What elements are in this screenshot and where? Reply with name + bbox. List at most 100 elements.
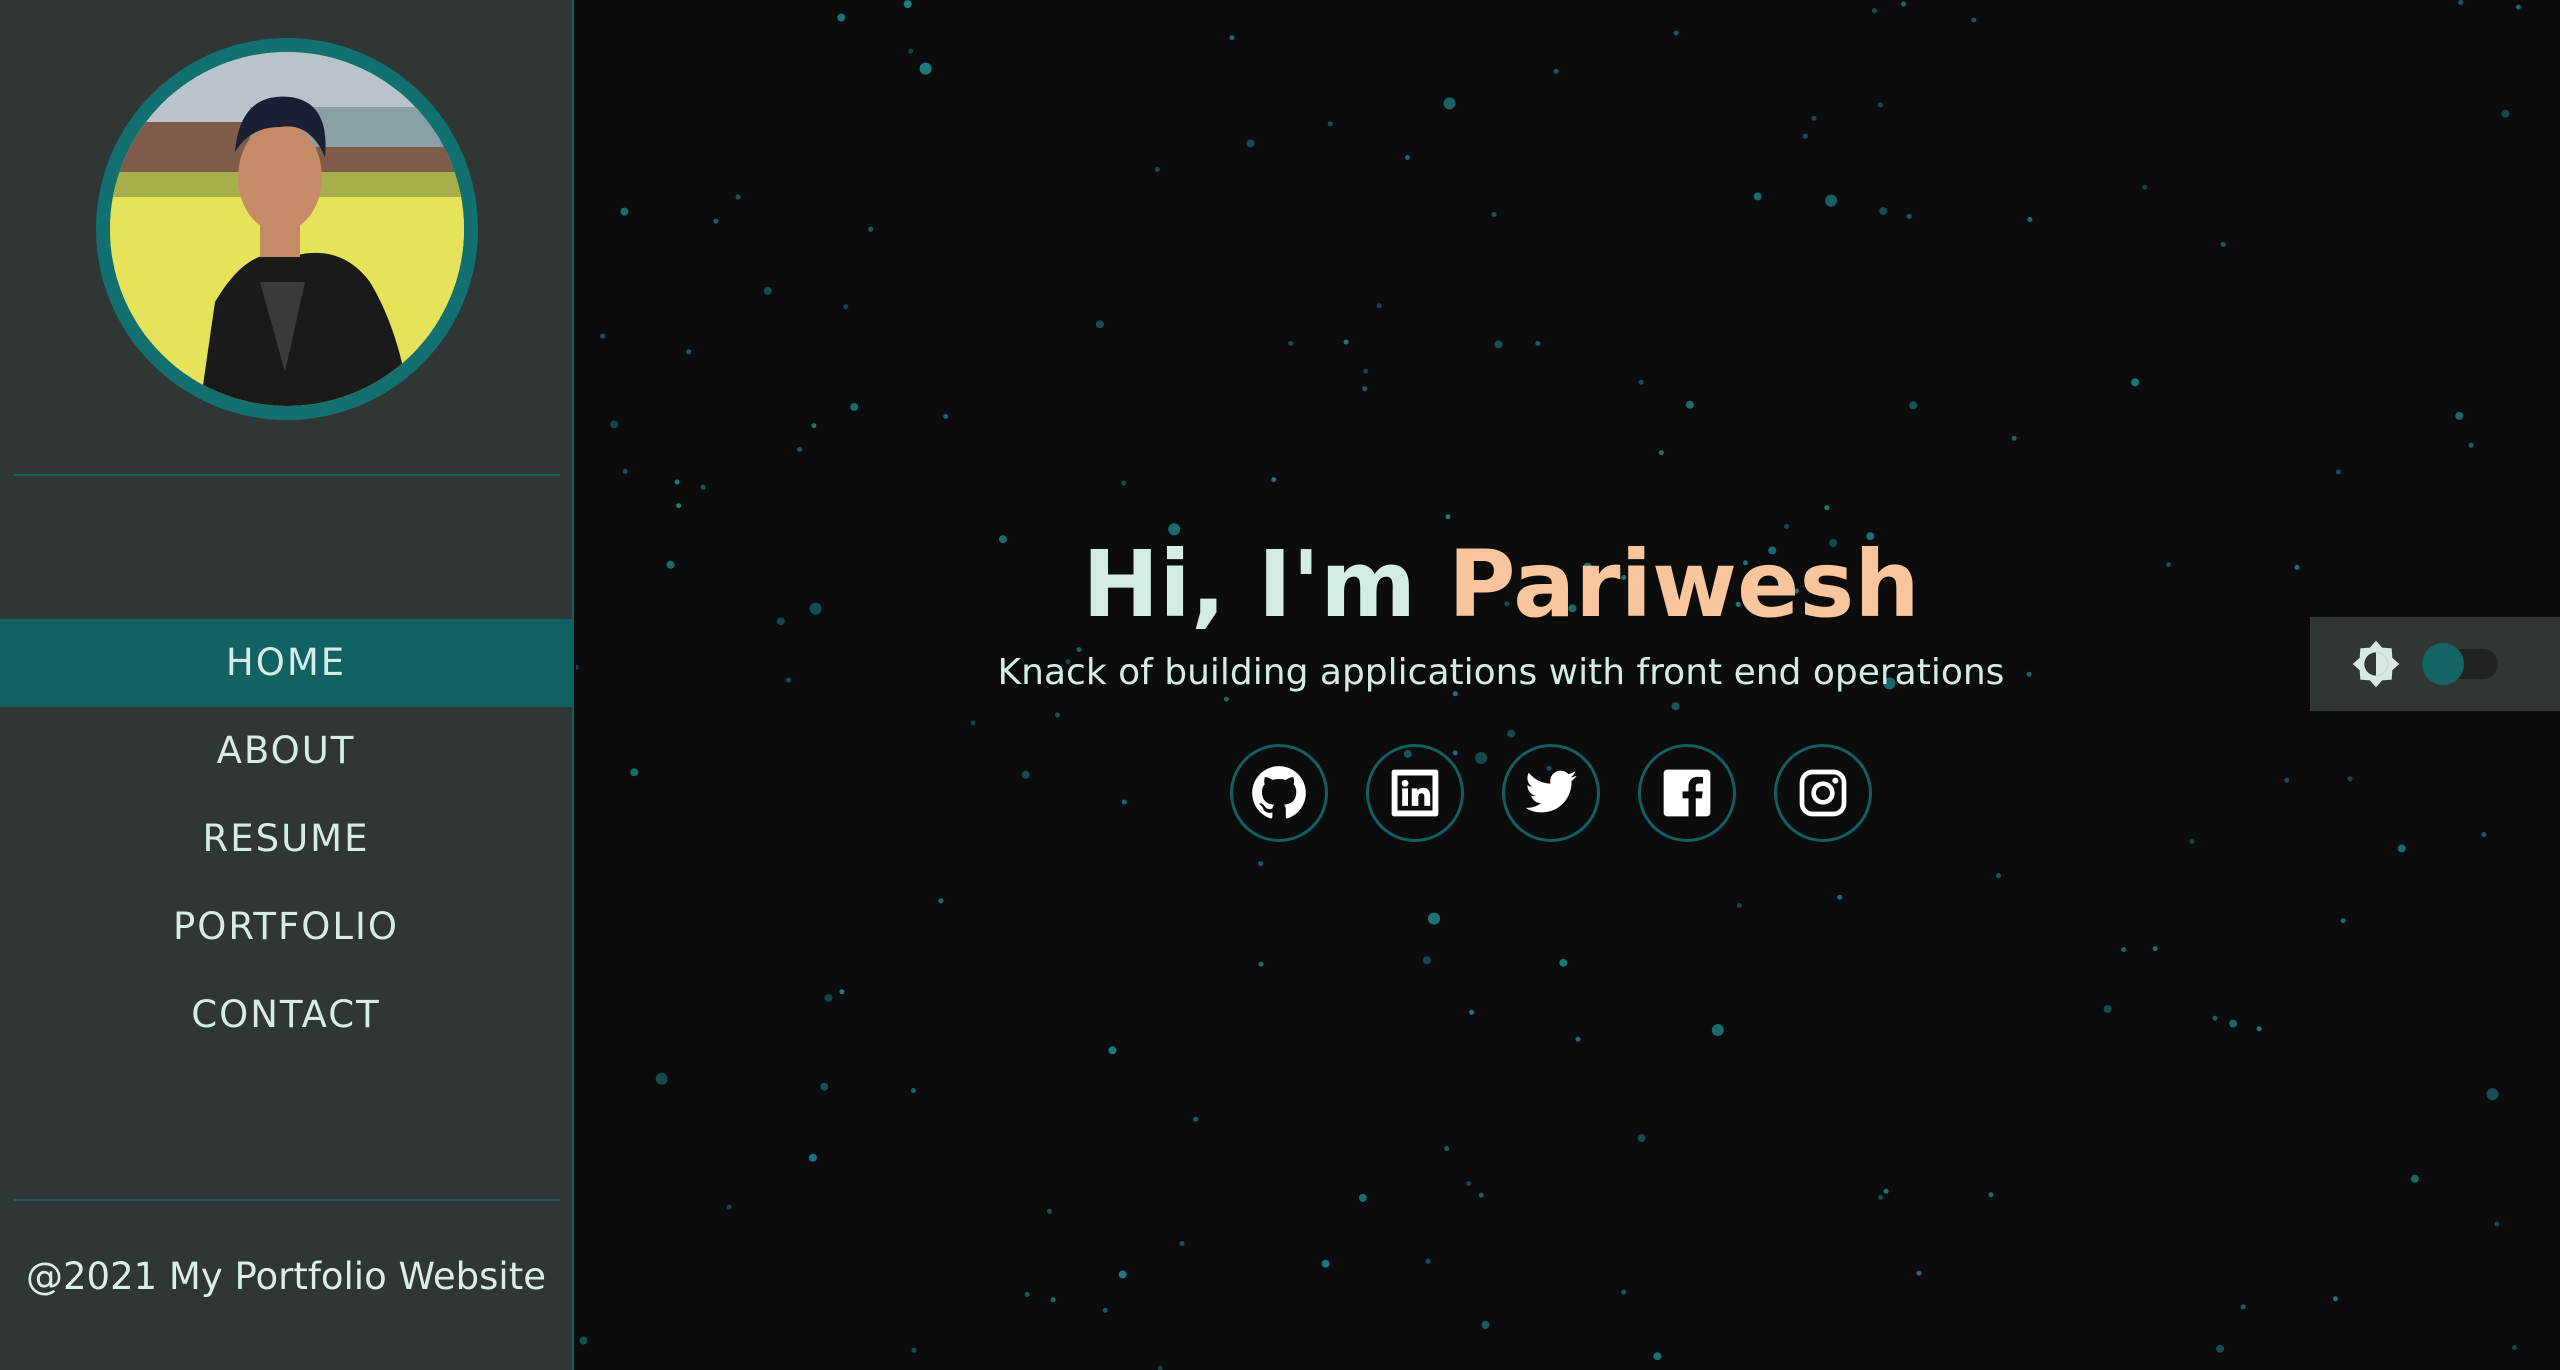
hero-title: Hi, I'm Pariwesh — [576, 520, 2426, 650]
star — [2027, 217, 2033, 222]
nav-item-resume[interactable]: RESUME — [0, 795, 572, 883]
star — [1047, 1208, 1052, 1214]
star — [1108, 1046, 1117, 1055]
nav-item-about[interactable]: ABOUT — [0, 707, 572, 795]
star — [1050, 1297, 1056, 1303]
star — [600, 333, 606, 339]
star — [1824, 505, 1830, 511]
app-root: HOME ABOUT RESUME PORTFOLIO CONTACT @202… — [0, 0, 2560, 1370]
star — [2335, 469, 2341, 475]
star — [1478, 1192, 1484, 1198]
linkedin-link[interactable] — [1366, 744, 1464, 842]
star — [1121, 480, 1127, 486]
star — [2103, 1004, 2112, 1013]
star — [1466, 1181, 1472, 1187]
star — [1535, 340, 1541, 346]
star — [1223, 696, 1229, 702]
star — [620, 207, 629, 216]
star — [1428, 912, 1440, 925]
star — [1179, 1241, 1185, 1246]
star — [1802, 133, 1808, 139]
star — [1621, 1289, 1627, 1295]
star — [824, 994, 833, 1002]
star — [808, 1153, 817, 1162]
star — [1425, 1258, 1431, 1264]
star — [1095, 320, 1104, 329]
star — [2216, 1344, 2225, 1353]
star — [2494, 1221, 2500, 1227]
star — [1878, 1194, 1883, 1200]
star — [726, 1204, 732, 1210]
star — [1443, 97, 1456, 110]
star — [2142, 184, 2147, 190]
star — [938, 898, 944, 904]
star — [2333, 1296, 2338, 1302]
nav-item-portfolio[interactable]: PORTFOLIO — [0, 883, 572, 971]
star — [970, 720, 976, 726]
star — [1906, 213, 1912, 219]
star — [2340, 918, 2346, 924]
theme-toggle-switch[interactable] — [2422, 643, 2498, 685]
star — [1469, 1009, 1475, 1015]
star — [674, 479, 680, 485]
star — [2410, 1174, 2419, 1183]
star — [910, 1088, 916, 1093]
star — [1988, 1192, 1994, 1198]
star — [1491, 212, 1497, 217]
facebook-link[interactable] — [1638, 744, 1736, 842]
star — [1327, 121, 1333, 127]
star — [1825, 194, 1838, 207]
sidebar-divider-bottom — [14, 1199, 560, 1201]
github-icon — [1252, 766, 1306, 819]
instagram-link[interactable] — [1774, 744, 1872, 842]
star — [2284, 777, 2290, 783]
star — [1916, 1270, 1922, 1276]
star — [1055, 712, 1060, 718]
nav-item-home[interactable]: HOME — [0, 619, 572, 707]
star — [1837, 894, 1843, 900]
theme-toggle-knob — [2422, 643, 2464, 685]
star — [1376, 303, 1382, 309]
star — [1507, 729, 1516, 738]
sidebar-footer: @2021 My Portfolio Website — [26, 1255, 546, 1298]
brightness-icon — [2352, 639, 2400, 688]
star — [839, 989, 845, 995]
nav-item-contact[interactable]: CONTACT — [0, 971, 572, 1059]
star — [1271, 477, 1277, 483]
star — [655, 1072, 668, 1085]
star — [2468, 442, 2474, 448]
star — [943, 414, 949, 419]
avatar — [110, 52, 464, 406]
star — [1121, 799, 1127, 805]
star — [763, 286, 772, 295]
theme-toggle-panel — [2310, 617, 2560, 711]
sidebar-nav: HOME ABOUT RESUME PORTFOLIO CONTACT — [0, 619, 572, 1059]
star — [1685, 400, 1694, 409]
star — [700, 484, 706, 490]
linkedin-icon — [1391, 769, 1439, 817]
star — [622, 468, 628, 474]
hero-subtitle: Knack of building applications with fron… — [997, 652, 2005, 693]
star — [1653, 1352, 1662, 1361]
instagram-icon — [1799, 769, 1847, 817]
star — [1671, 702, 1680, 711]
star — [2189, 839, 2195, 845]
github-link[interactable] — [1230, 744, 1328, 842]
star — [1258, 861, 1264, 867]
star — [1102, 1307, 1108, 1313]
star — [2512, 1345, 2517, 1351]
star — [1711, 1024, 1724, 1036]
star — [676, 503, 682, 509]
star — [2481, 832, 2487, 838]
facebook-icon — [1663, 769, 1711, 817]
star — [1638, 379, 1644, 385]
star — [1879, 207, 1888, 216]
star — [1362, 386, 1368, 392]
sidebar: HOME ABOUT RESUME PORTFOLIO CONTACT @202… — [0, 0, 574, 1370]
twitter-link[interactable] — [1502, 744, 1600, 842]
star — [1559, 958, 1568, 967]
social-links — [1230, 744, 1872, 842]
star — [1118, 1270, 1127, 1279]
star — [2229, 1019, 2238, 1028]
star — [2486, 1088, 2499, 1101]
